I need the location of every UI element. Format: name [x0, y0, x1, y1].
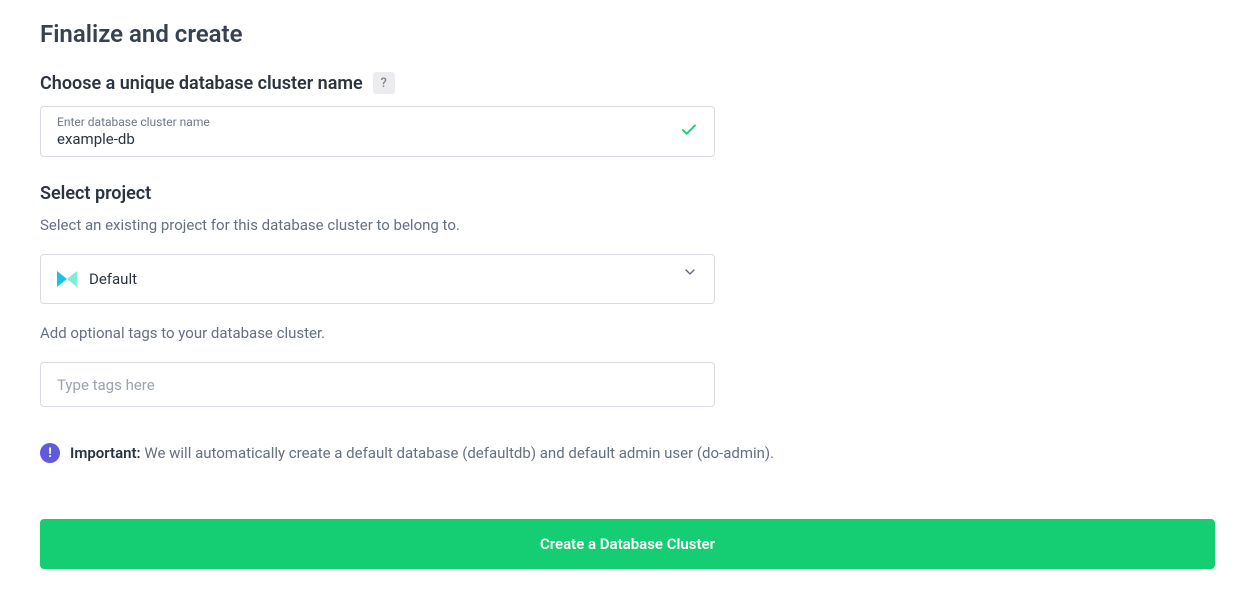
cluster-name-floating-label: Enter database cluster name [57, 115, 698, 129]
note-text: Important: We will automatically create … [70, 444, 774, 462]
tags-input-wrapper[interactable] [40, 362, 715, 407]
project-select[interactable]: Default [40, 254, 715, 304]
important-note: ! Important: We will automatically creat… [40, 443, 1201, 463]
tags-description: Add optional tags to your database clust… [40, 324, 1201, 342]
project-description: Select an existing project for this data… [40, 216, 1201, 234]
info-icon: ! [40, 443, 60, 463]
checkmark-icon [680, 121, 698, 143]
tags-input[interactable] [57, 376, 698, 394]
chevron-down-icon [682, 264, 698, 284]
important-label: Important: [70, 444, 141, 462]
cluster-name-input[interactable] [57, 130, 666, 148]
cluster-name-label: Choose a unique database cluster name [40, 73, 363, 94]
help-icon[interactable]: ? [373, 72, 395, 94]
project-heading: Select project [40, 183, 1201, 204]
cluster-name-heading: Choose a unique database cluster name ? [40, 72, 1201, 94]
project-selected-value: Default [89, 270, 137, 288]
note-content: We will automatically create a default d… [144, 444, 774, 462]
project-icon [57, 269, 77, 289]
cluster-name-input-wrapper[interactable]: Enter database cluster name [40, 106, 715, 157]
page-title: Finalize and create [40, 20, 1201, 48]
create-cluster-button[interactable]: Create a Database Cluster [40, 519, 1215, 569]
